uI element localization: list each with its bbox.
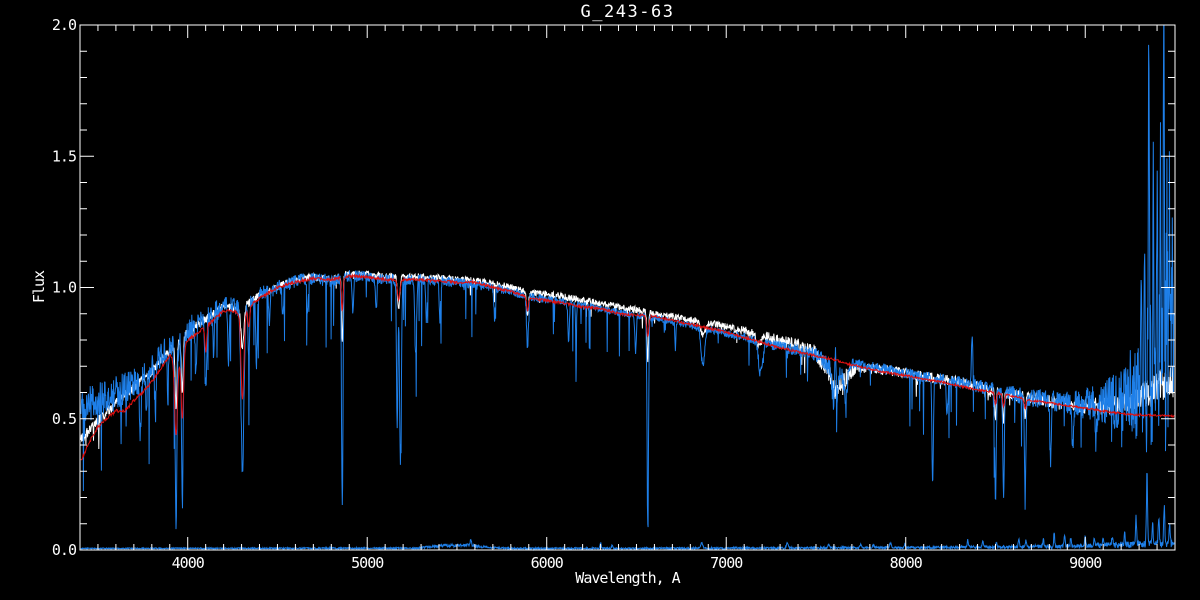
y-tick-label: 0.5 [52,410,76,428]
spectrum-chart-canvas: 4000 5000 6000 7000 8000 90000.00.51.01.52.0 [52,16,1176,572]
y-tick-label: 1.5 [52,147,76,165]
y-tick-label: 2.0 [52,16,77,34]
axis-ticks [79,24,1175,551]
y-tick-label: 0.0 [52,541,77,559]
chart-title: G_243-63 [580,2,675,22]
x-axis-label: Wavelength, A [575,569,680,587]
plot-frame [79,24,1176,551]
series-sky-spectrum-blue [80,472,1175,552]
series-observed-spectrum-blue [80,24,1175,530]
y-tick-label: 1.0 [52,279,77,297]
spectrum-plot-window: 4000 5000 6000 7000 8000 9000 0.0 0.5 1.0 1.5 2.0 … [0,0,1200,600]
y-axis-label: Flux [30,270,48,304]
